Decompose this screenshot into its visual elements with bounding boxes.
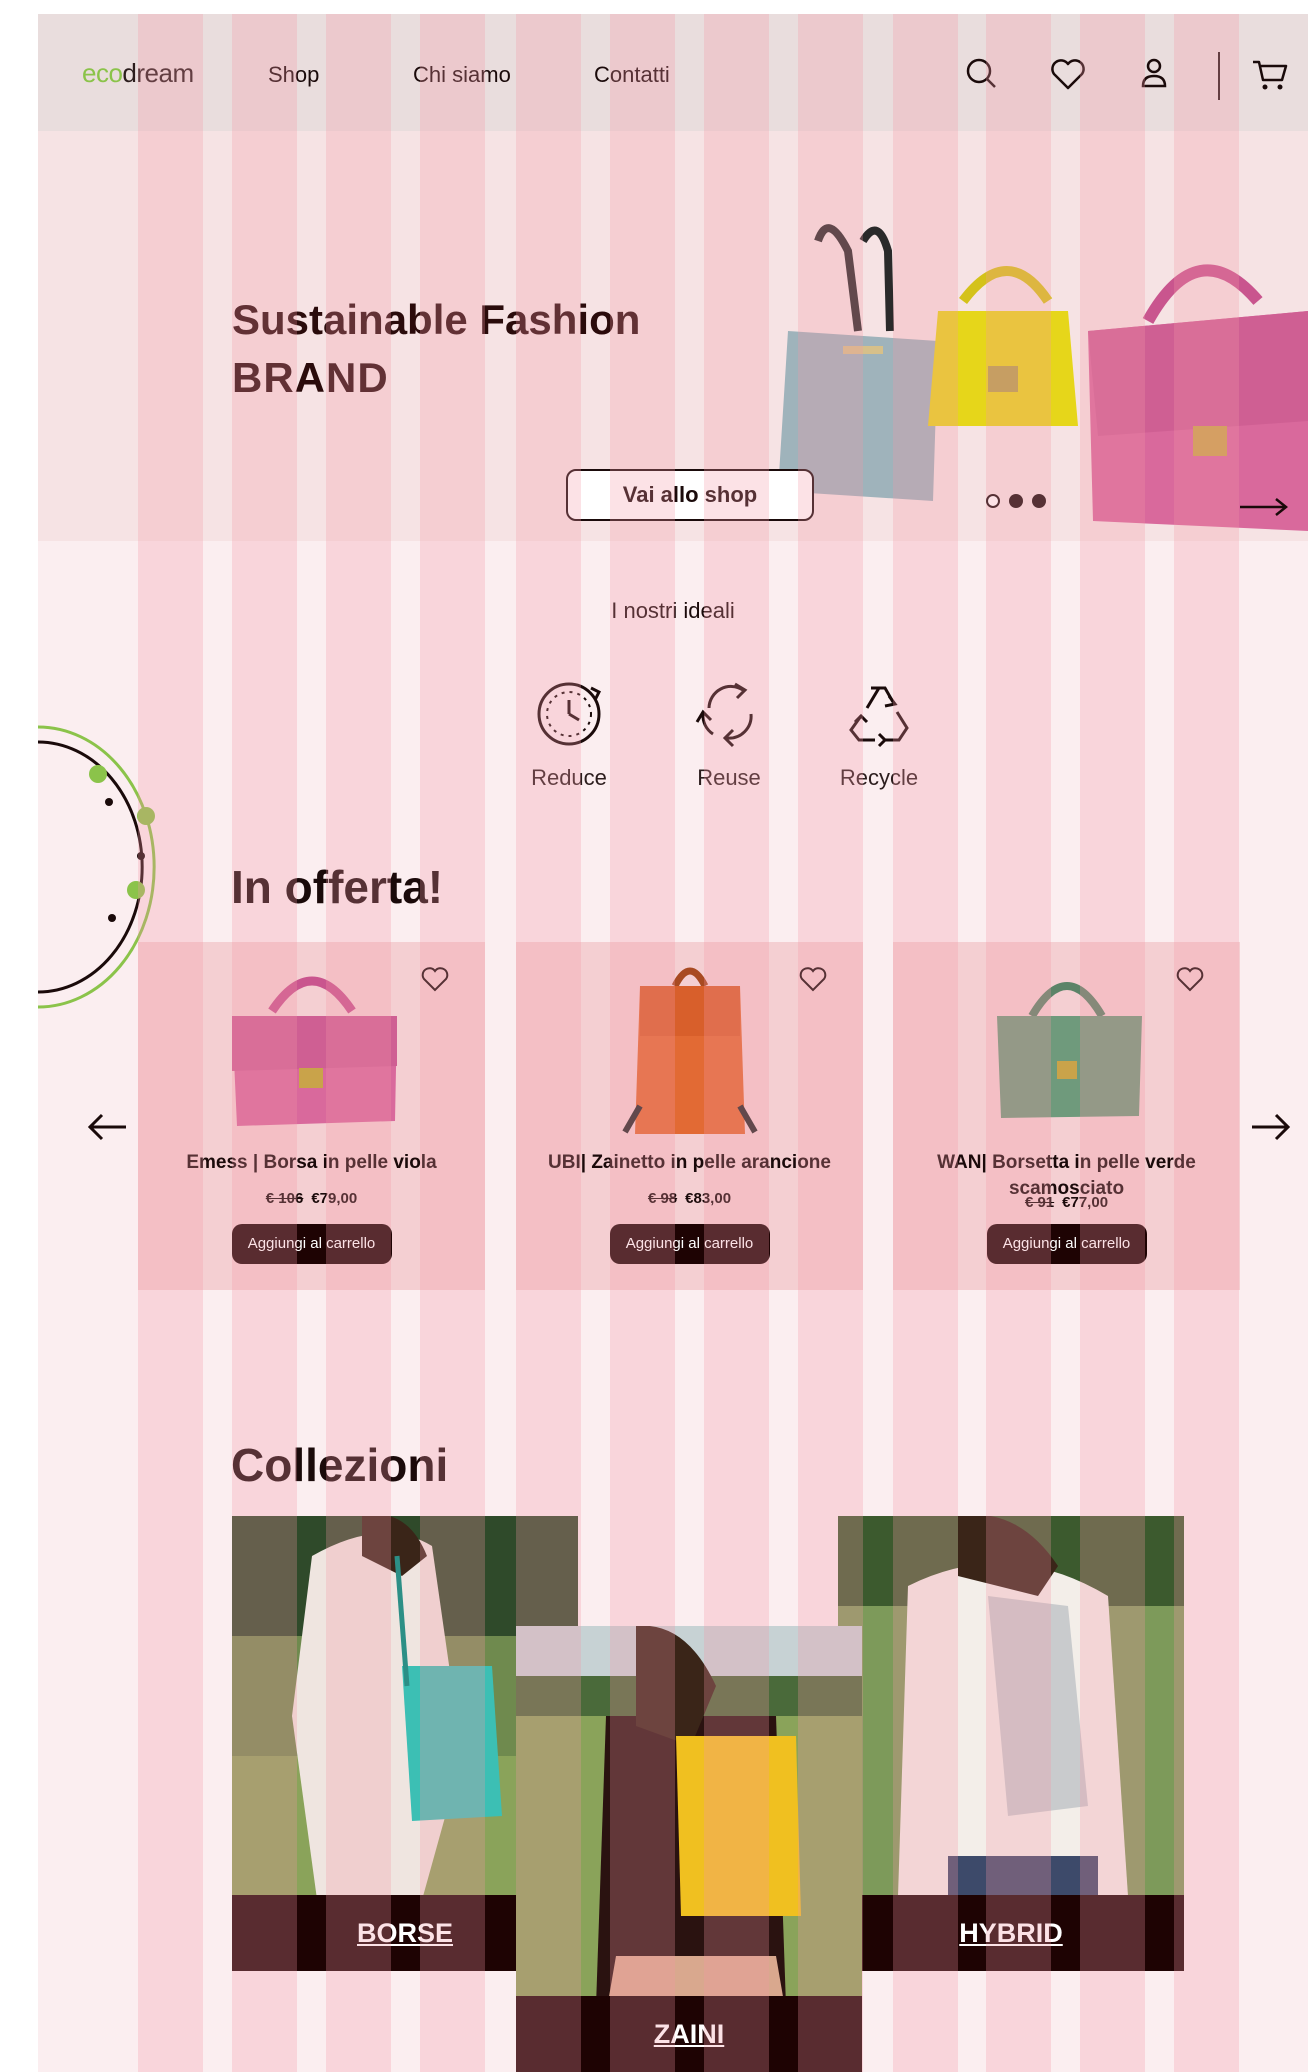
product-image <box>996 982 1142 1118</box>
collection-label[interactable]: HYBRID <box>838 1895 1184 1971</box>
product-image <box>621 967 758 1134</box>
ideals-title: I nostri ideali <box>611 598 735 623</box>
ideal-recycle: Recycle <box>814 674 944 791</box>
wishlist-heart-icon[interactable] <box>421 966 449 997</box>
hero-slide-dots <box>986 494 1055 513</box>
header: ecodream Shop Chi siamo Contatti <box>38 14 1308 131</box>
nav-chi-siamo[interactable]: Chi siamo <box>413 62 511 88</box>
product-price: € 106 €79,00 <box>265 1190 358 1207</box>
reuse-arrows-icon <box>695 682 753 748</box>
search-icon[interactable] <box>962 54 1002 94</box>
carousel-prev-arrow-icon[interactable] <box>86 1112 128 1147</box>
product-card[interactable]: UBI| Zainetto in pelle arancione € 98 €83… <box>516 942 863 1290</box>
product-price: € 98 €83,00 <box>647 1190 732 1207</box>
product-price: € 91 €77,00 <box>1024 1194 1109 1211</box>
slide-dot[interactable] <box>986 494 1000 508</box>
hero-banner: Sustainable Fashion BRAND Vai allo shop <box>38 131 1308 541</box>
collection-label[interactable]: ZAINI <box>516 1996 862 2072</box>
logo[interactable]: ecodream <box>82 58 194 89</box>
slide-dot[interactable] <box>1032 494 1046 508</box>
collection-card-hybrid[interactable]: HYBRID <box>838 1516 1184 1971</box>
header-divider <box>1218 52 1220 100</box>
wishlist-heart-icon[interactable] <box>799 966 827 997</box>
hero-next-arrow-icon[interactable] <box>1238 497 1290 522</box>
add-to-cart-button[interactable]: Aggiungi al carrello <box>986 1224 1147 1264</box>
product-name: Emess | Borsa in pelle viola <box>186 1152 437 1173</box>
slide-dot[interactable] <box>1009 494 1023 508</box>
carousel-next-arrow-icon[interactable] <box>1250 1112 1292 1147</box>
hero-title: Sustainable Fashion BRAND <box>232 296 641 401</box>
wishlist-heart-icon[interactable] <box>1176 966 1204 997</box>
heart-icon[interactable] <box>1048 54 1088 94</box>
ideal-reuse: Reuse <box>664 674 794 791</box>
ideal-reduce: Reduce <box>504 674 634 791</box>
nav-contatti[interactable]: Contatti <box>594 62 670 88</box>
product-card[interactable]: Emess | Borsa in pelle viola € 106 €79,00… <box>138 942 485 1290</box>
offers-title: In offerta! <box>231 861 444 913</box>
collection-card-zaini[interactable]: ZAINI <box>516 1626 862 2072</box>
add-to-cart-button[interactable]: Aggiungi al carrello <box>231 1224 392 1264</box>
collections-title: Collezioni <box>231 1439 449 1491</box>
shop-cta-button[interactable]: Vai allo shop <box>566 469 814 521</box>
page: ecodream Shop Chi siamo Contatti Sustain… <box>38 14 1308 2072</box>
product-image <box>231 976 397 1126</box>
add-to-cart-button[interactable]: Aggiungi al carrello <box>609 1224 770 1264</box>
nav-shop[interactable]: Shop <box>268 62 319 88</box>
user-icon[interactable] <box>1134 54 1174 94</box>
cart-icon[interactable] <box>1250 54 1290 94</box>
product-name: UBI| Zainetto in pelle arancione <box>548 1152 831 1173</box>
product-card[interactable]: WAN| Borsetta in pelle verde scamosciato… <box>893 942 1240 1290</box>
recycle-icon <box>849 686 909 748</box>
clock-icon <box>537 682 602 746</box>
